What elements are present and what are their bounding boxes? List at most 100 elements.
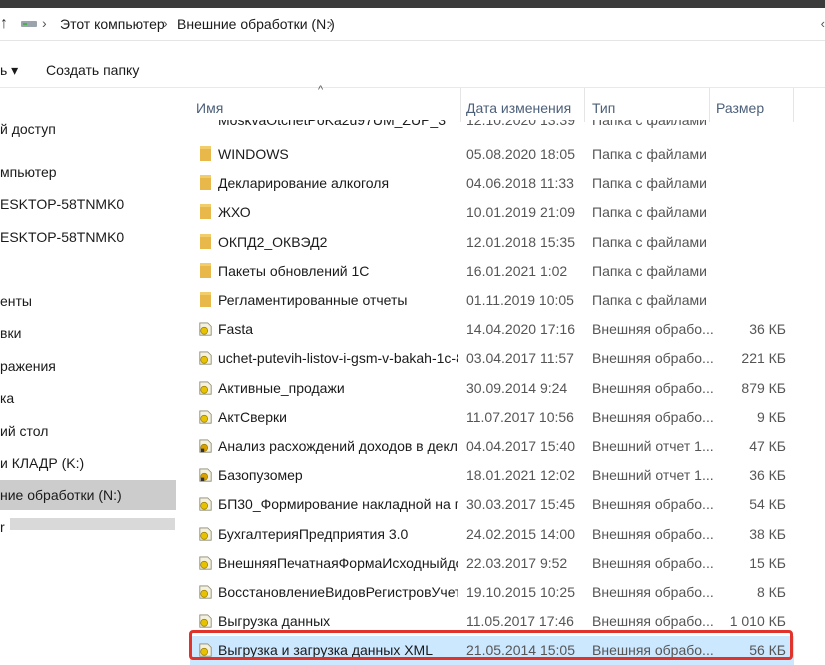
breadcrumb-expand-icon[interactable]: › — [328, 15, 333, 31]
file-date-modified: 12.10.2020 13:39 — [466, 120, 575, 128]
file-date-modified: 22.03.2017 9:52 — [466, 554, 568, 571]
folder-icon — [200, 233, 211, 249]
external-processing-file-icon — [199, 322, 212, 336]
file-type: Папка с файлами — [592, 175, 707, 192]
file-date-modified: 14.04.2020 17:16 — [466, 321, 575, 338]
column-header-date[interactable]: Дата изменения — [466, 100, 571, 116]
new-folder-button[interactable]: Создать папку — [46, 62, 139, 78]
file-name: Пакеты обновлений 1С — [218, 262, 370, 279]
file-row[interactable]: БП30_Формирование накладной на по... 30.0… — [190, 490, 794, 519]
column-divider[interactable] — [584, 88, 585, 122]
external-processing-file-icon — [199, 585, 212, 599]
file-name: Выгрузка данных — [218, 613, 331, 630]
file-size: 47 КБ — [749, 438, 786, 454]
column-divider[interactable] — [460, 88, 461, 122]
file-type: Внешняя обрабо... — [592, 379, 714, 396]
file-name: ВнешняяПечатнаяФормаИсходныйдок... — [218, 554, 458, 571]
breadcrumb-external-drive[interactable]: Внешние обработки (N:) — [177, 16, 335, 32]
file-type: Папка с файлами — [592, 233, 707, 250]
column-header-type[interactable]: Тип — [592, 100, 615, 116]
file-type: Внешняя обрабо... — [592, 321, 714, 338]
file-size: 8 КБ — [756, 584, 786, 600]
file-row[interactable]: ВнешняяПечатнаяФормаИсходныйдок... 22.03.… — [190, 549, 794, 578]
folder-row[interactable]: Регламентированные отчеты 01.11.2019 10:0… — [190, 286, 794, 315]
sidebar-item-desktop-network-1[interactable]: ESKTOP-58TNMK0 — [0, 192, 176, 216]
file-size: 879 КБ — [741, 379, 786, 396]
folder-row[interactable]: ОКПД2_ОКВЭД2 12.01.2018 15:35 Папка с файл… — [190, 228, 794, 257]
folder-row[interactable]: ЖХО 10.01.2019 21:09 Папка с файлами — [190, 198, 794, 227]
column-header-size[interactable]: Размер — [716, 100, 764, 116]
file-type: Папка с файлами — [592, 204, 707, 221]
file-row[interactable]: ВосстановлениеВидовРегистровУчета 19.10.2… — [190, 578, 794, 607]
column-header-row: ^ Имя Дата изменения Тип Размер — [190, 84, 825, 122]
file-row[interactable]: Fasta 14.04.2020 17:16 Внешняя обрабо... 36… — [190, 315, 794, 344]
file-name: Регламентированные отчеты — [218, 292, 408, 308]
sidebar-item-music[interactable]: ка — [0, 386, 176, 410]
file-size: 9 КБ — [756, 408, 786, 425]
file-name: ВосстановлениеВидовРегистровУчета — [218, 584, 458, 600]
file-row[interactable]: АктСверки 11.07.2017 10:56 Внешняя обрабо.… — [190, 403, 794, 432]
file-type: Внешняя обрабо... — [592, 496, 714, 513]
file-name: Декларирование алкоголя — [218, 175, 390, 192]
sidebar-item-this-pc[interactable]: мпьютер — [0, 160, 176, 184]
folder-row[interactable]: MoskvaOtchetPoKa2u97UM_ZUP_3 12.10.2020 1… — [190, 120, 794, 136]
external-processing-file-icon — [199, 381, 212, 395]
file-name: Базопузомер — [218, 467, 303, 484]
folder-row[interactable]: Декларирование алкоголя 04.06.2018 11:33 П… — [190, 169, 794, 198]
sidebar-item-desktop[interactable]: ий стол — [0, 419, 176, 443]
file-name: MoskvaOtchetPoKa2u97UM_ZUP_3 — [218, 120, 446, 128]
sidebar-item-kladr-drive[interactable]: и КЛАДР (K:) — [0, 451, 176, 475]
column-divider[interactable] — [793, 88, 794, 122]
breadcrumb-this-pc[interactable]: Этот компьютер — [60, 16, 165, 32]
file-date-modified: 12.01.2018 15:35 — [466, 233, 575, 250]
file-name: Fasta — [218, 321, 254, 338]
file-row[interactable]: Анализ расхождений доходов в декла... 04.… — [190, 432, 794, 461]
file-type: Внешний отчет 1... — [592, 467, 714, 484]
sidebar-item-pictures[interactable]: ражения — [0, 354, 176, 378]
external-report-file-icon — [199, 439, 212, 453]
file-date-modified: 30.03.2017 15:45 — [466, 496, 575, 513]
file-size: 15 КБ — [749, 554, 786, 571]
address-bar[interactable]: ↑ › Этот компьютер › Внешние обработки (… — [0, 8, 825, 41]
file-date-modified: 04.04.2017 15:40 — [466, 438, 575, 454]
file-name: АктСверки — [218, 408, 287, 425]
file-row[interactable]: Базопузомер 18.01.2021 12:02 Внешний отчет… — [190, 461, 794, 490]
file-row[interactable]: Активные_продажи 30.09.2014 9:24 Внешняя о… — [190, 374, 794, 403]
sidebar-item-desktop-network-2[interactable]: ESKTOP-58TNMK0 — [0, 225, 176, 249]
navigation-pane: й доступ мпьютер ESKTOP-58TNMK0 ESKTOP-5… — [0, 88, 176, 665]
breadcrumb-separator-icon: › — [42, 15, 47, 31]
column-divider[interactable] — [709, 88, 710, 122]
file-size: 36 КБ — [749, 321, 786, 338]
file-row[interactable]: uchet-putevih-listov-i-gsm-v-bakah-1c-8.… — [190, 344, 794, 373]
external-processing-file-icon — [199, 410, 212, 424]
sidebar-item-documents[interactable]: енты — [0, 289, 176, 313]
external-processing-file-icon — [199, 527, 212, 541]
file-name: БП30_Формирование накладной на по... — [218, 496, 458, 513]
file-type: Внешняя обрабо... — [592, 525, 714, 542]
sidebar-item-external-processing-drive[interactable]: ние обработки (N:) — [0, 480, 176, 510]
file-date-modified: 11.05.2017 17:46 — [466, 613, 574, 630]
file-date-modified: 04.06.2018 11:33 — [466, 175, 574, 192]
address-history-chevron-icon[interactable]: ‹ — [821, 16, 825, 31]
file-date-modified: 30.09.2014 9:24 — [466, 379, 568, 396]
computer-drive-icon — [21, 21, 37, 27]
folder-row[interactable]: WINDOWS 05.08.2020 18:05 Папка с файлами — [190, 140, 794, 169]
external-processing-file-icon — [199, 614, 212, 628]
file-type: Внешняя обрабо... — [592, 554, 714, 571]
file-date-modified: 10.01.2019 21:09 — [466, 204, 575, 221]
file-date-modified: 01.11.2019 10:05 — [466, 292, 574, 308]
sort-ascending-icon: ^ — [318, 84, 324, 96]
external-processing-file-icon — [199, 556, 212, 570]
file-type: Внешняя обрабо... — [592, 584, 714, 600]
sidebar-item-downloads[interactable]: вки — [0, 321, 176, 345]
breadcrumb-separator-icon: › — [163, 15, 168, 31]
file-name: uchet-putevih-listov-i-gsm-v-bakah-1c-8.… — [218, 350, 458, 367]
column-header-name[interactable]: Имя — [196, 100, 223, 116]
file-row[interactable]: БухгалтерияПредприятия 3.0 24.02.2015 14:… — [190, 520, 794, 549]
organize-button[interactable]: ь ▾ — [0, 62, 18, 79]
folder-row[interactable]: Пакеты обновлений 1С 16.01.2021 1:02 Папка… — [190, 257, 794, 286]
sidebar-item-quick-access[interactable]: й доступ — [0, 117, 176, 141]
up-arrow-icon[interactable]: ↑ — [0, 15, 8, 33]
file-type: Внешняя обрабо... — [592, 613, 714, 630]
file-size: 38 КБ — [749, 525, 786, 542]
